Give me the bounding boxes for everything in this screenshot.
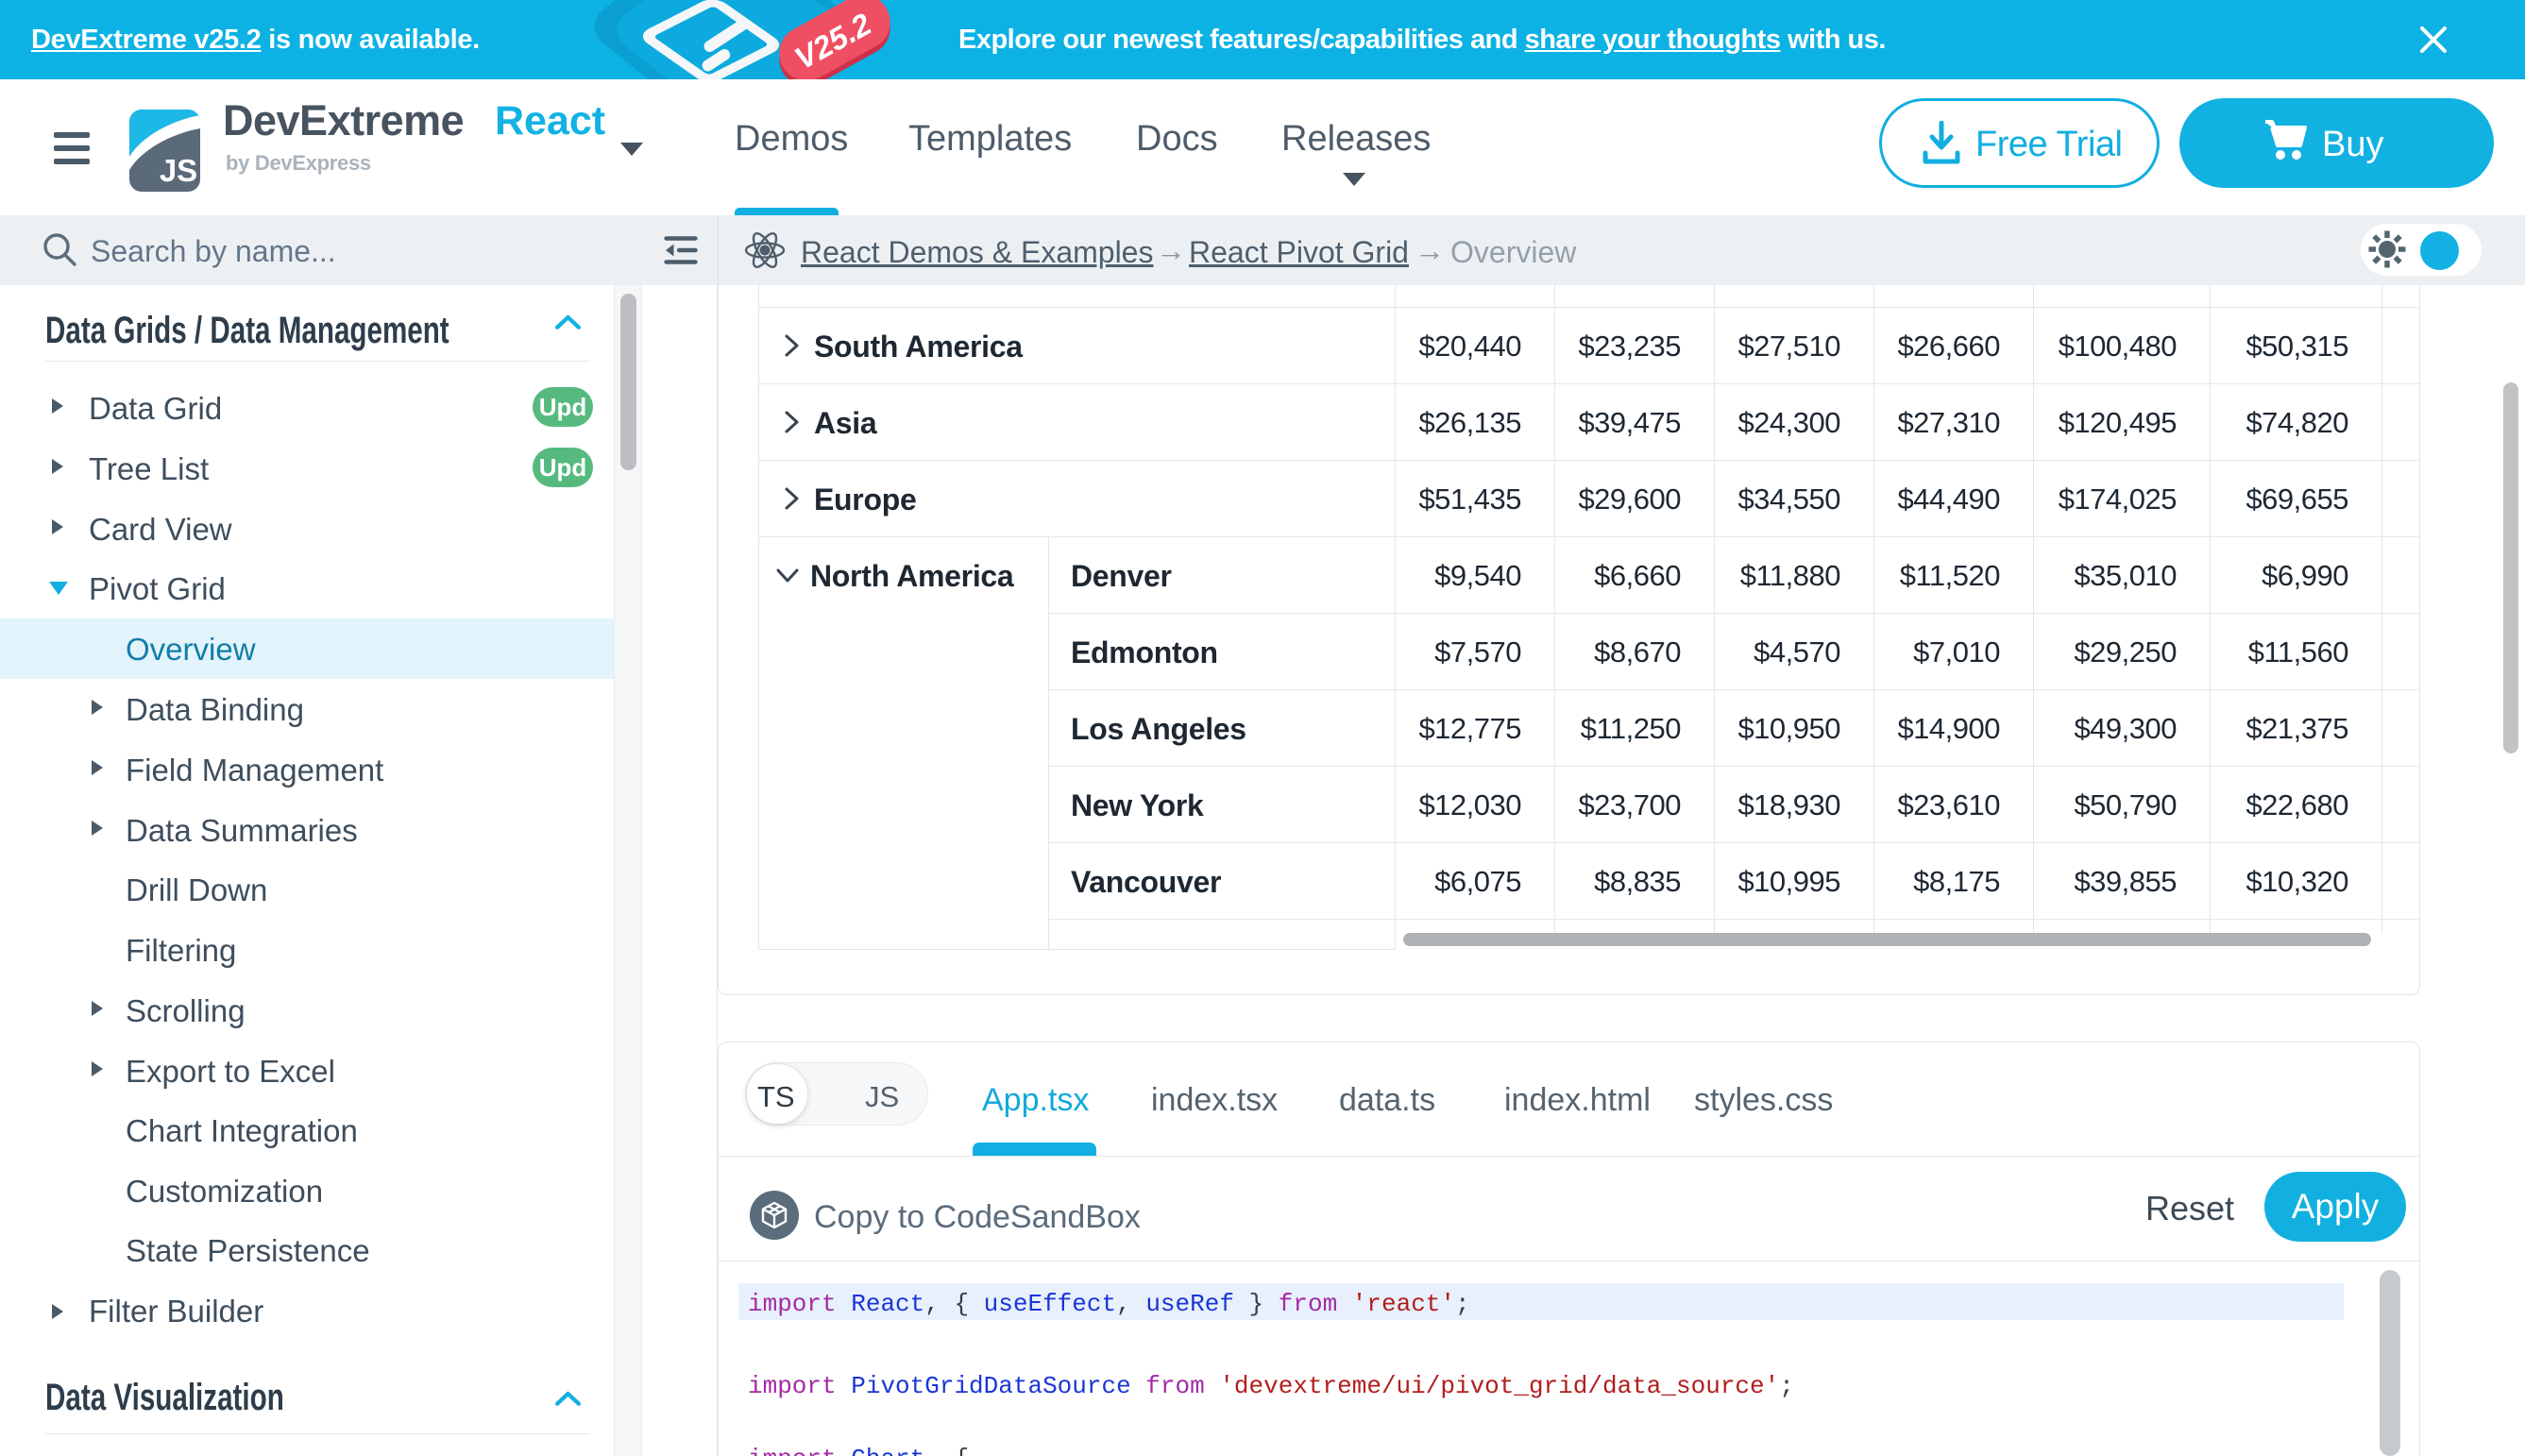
svg-text:JS: JS — [160, 153, 197, 188]
